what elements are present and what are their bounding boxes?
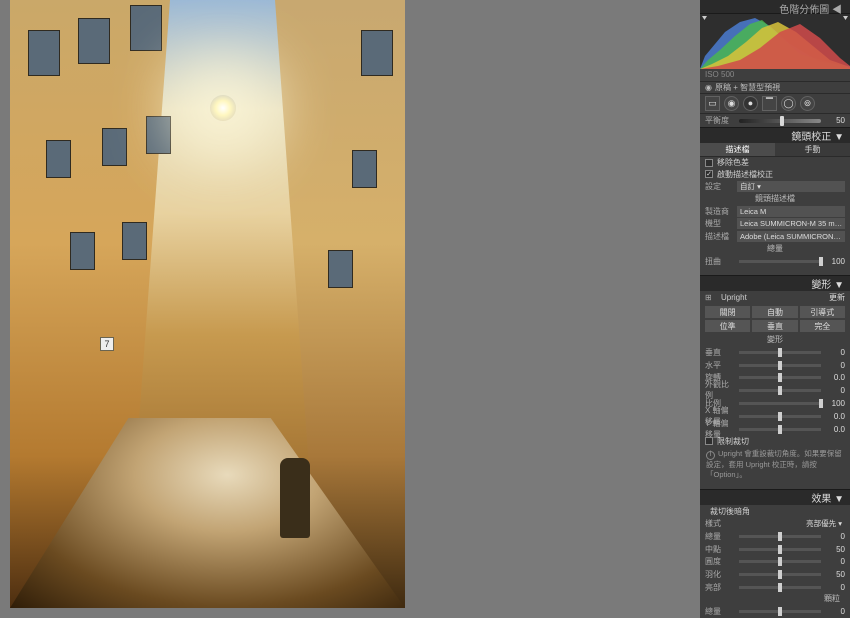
setup-select[interactable]: 自訂 ▾ [737, 181, 845, 192]
window-icon [78, 18, 110, 64]
vignette-header: 裁切後暗角 [710, 506, 750, 517]
transform-subhead: 變形 [700, 334, 850, 346]
enable-profile-checkbox[interactable]: ✓ [705, 170, 713, 178]
remove-ca-checkbox[interactable] [705, 159, 713, 167]
vig-roundness-slider[interactable]: 圓度 0 [700, 555, 850, 568]
upright-guided[interactable]: 引導式 [800, 306, 845, 318]
lens-profile-select[interactable]: Adobe (Leica SUMMICRON… [737, 231, 845, 242]
vignette-style-select-row[interactable]: 樣式 亮部優先 ▾ [700, 518, 850, 531]
lens-model-select[interactable]: Leica SUMMICRON-M 35 m… [737, 218, 845, 229]
aspect-slider[interactable]: 外觀比例 0 [700, 384, 850, 397]
vignette-style-select[interactable]: 亮部優先 ▾ [737, 518, 845, 529]
distortion-slider[interactable]: 扭曲 100 [700, 255, 850, 268]
vig-amount-slider[interactable]: 總量 0 [700, 530, 850, 543]
balance-label: 平衡度 [705, 115, 735, 126]
histogram-meta: ISO 500 [700, 69, 850, 81]
lens-profile-subhead: 鏡頭描述檔 [700, 193, 850, 205]
vig-midpoint-slider[interactable]: 中點 50 [700, 543, 850, 556]
upright-row: ⊞ Upright 更新 [700, 291, 850, 304]
tab-profile[interactable]: 描述檔 [700, 143, 775, 156]
histogram-panel-header[interactable]: 色階分佈圖 ◀ [700, 0, 850, 14]
lens-tabs: 描述檔 手動 [700, 143, 850, 157]
preview-mode[interactable]: ◉ 原稿 + 智慧型預視 [700, 81, 850, 93]
lens-model-row[interactable]: 機型 Leica SUMMICRON-M 35 m… [700, 218, 850, 231]
tool-strip: ▭ ◉ ● ▔ ◯ ⊚ [700, 93, 850, 115]
histogram-svg [700, 14, 850, 69]
balance-track[interactable] [739, 119, 821, 123]
lens-correction-header[interactable]: 鏡頭校正 ▼ [700, 127, 850, 143]
person-with-bicycle [280, 458, 310, 538]
effects-header[interactable]: 效果 ▼ [700, 489, 850, 505]
window-icon [130, 5, 162, 51]
transform-header[interactable]: 變形 ▼ [700, 275, 850, 291]
upright-note: iUpright 會重設裁切角度。如果要保留設定，套用 Upright 校正時，… [700, 447, 850, 481]
balance-slider[interactable]: 平衡度 50 [700, 114, 850, 127]
window-icon [352, 150, 377, 188]
lens-profile-row[interactable]: 描述檔 Adobe (Leica SUMMICRON… [700, 230, 850, 243]
window-icon [146, 116, 171, 154]
upright-label: Upright [721, 293, 815, 302]
window-icon [361, 30, 393, 76]
guided-upright-icon[interactable]: ⊞ [705, 293, 717, 302]
lens-make-row[interactable]: 製造商 Leica M [700, 205, 850, 218]
constrain-crop-checkbox[interactable] [705, 437, 713, 445]
preview-mode-label: 原稿 + 智慧型預視 [715, 82, 780, 93]
grain-amount-slider[interactable]: 總量 0 [700, 605, 850, 618]
upright-auto[interactable]: 自動 [752, 306, 797, 318]
setup-select-row[interactable]: 設定 自訂 ▾ [700, 180, 850, 193]
info-icon: i [706, 451, 715, 460]
radial-tool-icon[interactable]: ◯ [781, 96, 796, 111]
spot-tool-icon[interactable]: ◉ [724, 96, 739, 111]
vig-highlights-slider[interactable]: 亮部 0 [700, 581, 850, 594]
histogram[interactable] [700, 14, 850, 69]
upright-level[interactable]: 位準 [705, 320, 750, 332]
brush-tool-icon[interactable]: ⊚ [800, 96, 815, 111]
lens-make-select[interactable]: Leica M [737, 206, 845, 217]
grad-tool-icon[interactable]: ▔ [762, 96, 777, 111]
yoffset-slider[interactable]: Y 軸偏移量 0.0 [700, 423, 850, 436]
distortion-track[interactable] [739, 260, 821, 263]
upright-full[interactable]: 完全 [800, 320, 845, 332]
develop-panel: 色階分佈圖 ◀ ISO 500 ◉ 原稿 + 智慧型預視 ▭ ◉ ● ▔ ◯ ⊚… [700, 0, 850, 618]
window-icon [102, 128, 127, 166]
upright-off[interactable]: 關閉 [705, 306, 750, 318]
edited-photo: 7 [10, 0, 405, 608]
sun-flare [210, 95, 236, 121]
remove-ca-row[interactable]: 移除色差 [700, 157, 850, 169]
grain-subhead: 顆粒 [700, 593, 850, 605]
vig-feather-slider[interactable]: 羽化 50 [700, 568, 850, 581]
tab-manual[interactable]: 手動 [775, 143, 850, 156]
enable-profile-row[interactable]: ✓ 啟動描述檔校正 [700, 169, 850, 181]
vignette-style-row: 裁切後暗角 [700, 505, 850, 518]
horizontal-slider[interactable]: 水平 0 [700, 359, 850, 372]
house-number: 7 [100, 337, 114, 351]
enable-profile-label: 啟動描述檔校正 [717, 169, 773, 180]
window-icon [70, 232, 95, 270]
window-icon [122, 222, 147, 260]
upright-update[interactable]: 更新 [819, 292, 845, 303]
image-canvas[interactable]: 7 [0, 0, 700, 618]
window-icon [328, 250, 353, 288]
upright-vert[interactable]: 垂直 [752, 320, 797, 332]
remove-ca-label: 移除色差 [717, 157, 749, 168]
iso-label: ISO 500 [705, 70, 734, 79]
lens-amount-subhead: 總量 [700, 243, 850, 255]
upright-mode-grid: 關閉 自動 引導式 位準 垂直 完全 [700, 304, 850, 334]
vertical-slider[interactable]: 垂直 0 [700, 346, 850, 359]
crop-tool-icon[interactable]: ▭ [705, 96, 720, 111]
window-icon [46, 140, 71, 178]
redeye-tool-icon[interactable]: ● [743, 96, 758, 111]
constrain-crop-row[interactable]: 限制裁切 [700, 436, 850, 448]
window-icon [28, 30, 60, 76]
constrain-crop-label: 限制裁切 [717, 436, 749, 447]
balance-value: 50 [825, 116, 845, 125]
